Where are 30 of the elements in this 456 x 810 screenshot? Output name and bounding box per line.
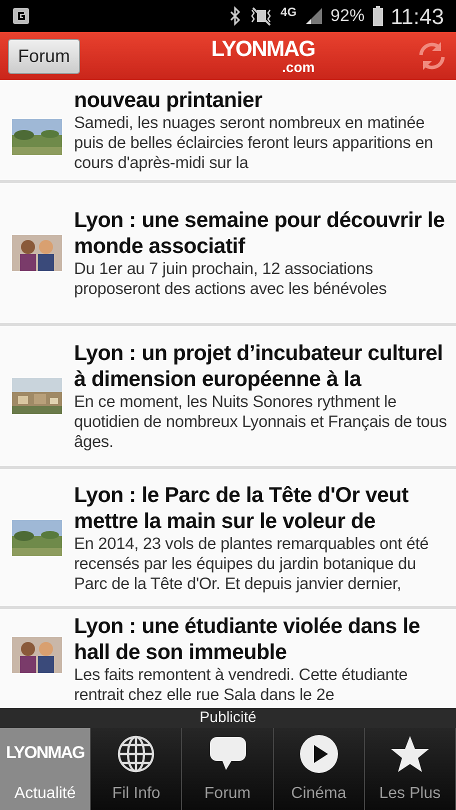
bluetooth-icon bbox=[228, 6, 241, 26]
globe-icon bbox=[116, 734, 156, 774]
tab[interactable]: Forum bbox=[182, 728, 274, 810]
article-summary: Du 1er au 7 juin prochain, 12 associations proposeront des actions avec les bénévoles bbox=[74, 259, 388, 299]
ad-label: Publicité bbox=[200, 709, 256, 726]
battery-icon bbox=[372, 6, 383, 26]
site-logo-suffix: .com bbox=[282, 60, 315, 74]
article-title[interactable]: nouveau printanier bbox=[74, 87, 450, 113]
tab[interactable]: Les Plus bbox=[364, 728, 456, 810]
article-summary: En 2014, 23 vols de plantes remarquables ont été recensés par les équipes du jardin botanique du Parc de la Tête d'Or. Et depuis janvier dernier, bbox=[74, 534, 430, 594]
vibrate-mute-icon bbox=[248, 6, 273, 26]
clock-time: 11:43 bbox=[390, 2, 444, 30]
tab[interactable]: Cinéma bbox=[274, 728, 365, 810]
forum-button[interactable]: Forum bbox=[8, 38, 80, 74]
play-icon bbox=[298, 734, 339, 774]
tab-logo: LYONMAG bbox=[6, 742, 84, 764]
network-type-label: 4G bbox=[280, 4, 297, 21]
signal-icon bbox=[304, 7, 323, 25]
article-title[interactable]: Lyon : une semaine pour découvrir le monde associatif bbox=[74, 207, 450, 259]
app-notification-icon bbox=[12, 7, 30, 25]
star-icon bbox=[390, 734, 430, 774]
site-logo: LYONMAG bbox=[211, 38, 315, 60]
tab[interactable]: Fil Info bbox=[91, 728, 182, 810]
article-summary: Samedi, les nuages seront nombreux en matinée puis de belles éclaircies feront leurs apparitions en cours d'après-midi sur la bbox=[74, 113, 434, 173]
article-summary: En ce moment, les Nuits Sonores rythment le quotidien de nombreux Lyonnais et Français de tous âges. bbox=[74, 392, 448, 452]
article-summary: Les faits remontent à vendredi. Cette étudiante rentrait chez elle rue Sala dans le 2e bbox=[74, 664, 409, 704]
article-title[interactable]: Lyon : un projet d’incubateur culturel à dimension européenne à la bbox=[74, 340, 450, 392]
article-title[interactable]: Lyon : le Parc de la Tête d'Or veut mettre la main sur le voleur de bbox=[74, 482, 450, 534]
battery-percent: 92% bbox=[330, 5, 365, 28]
article-title[interactable]: Lyon : une étudiante violée dans le hall de son immeuble bbox=[74, 612, 450, 664]
